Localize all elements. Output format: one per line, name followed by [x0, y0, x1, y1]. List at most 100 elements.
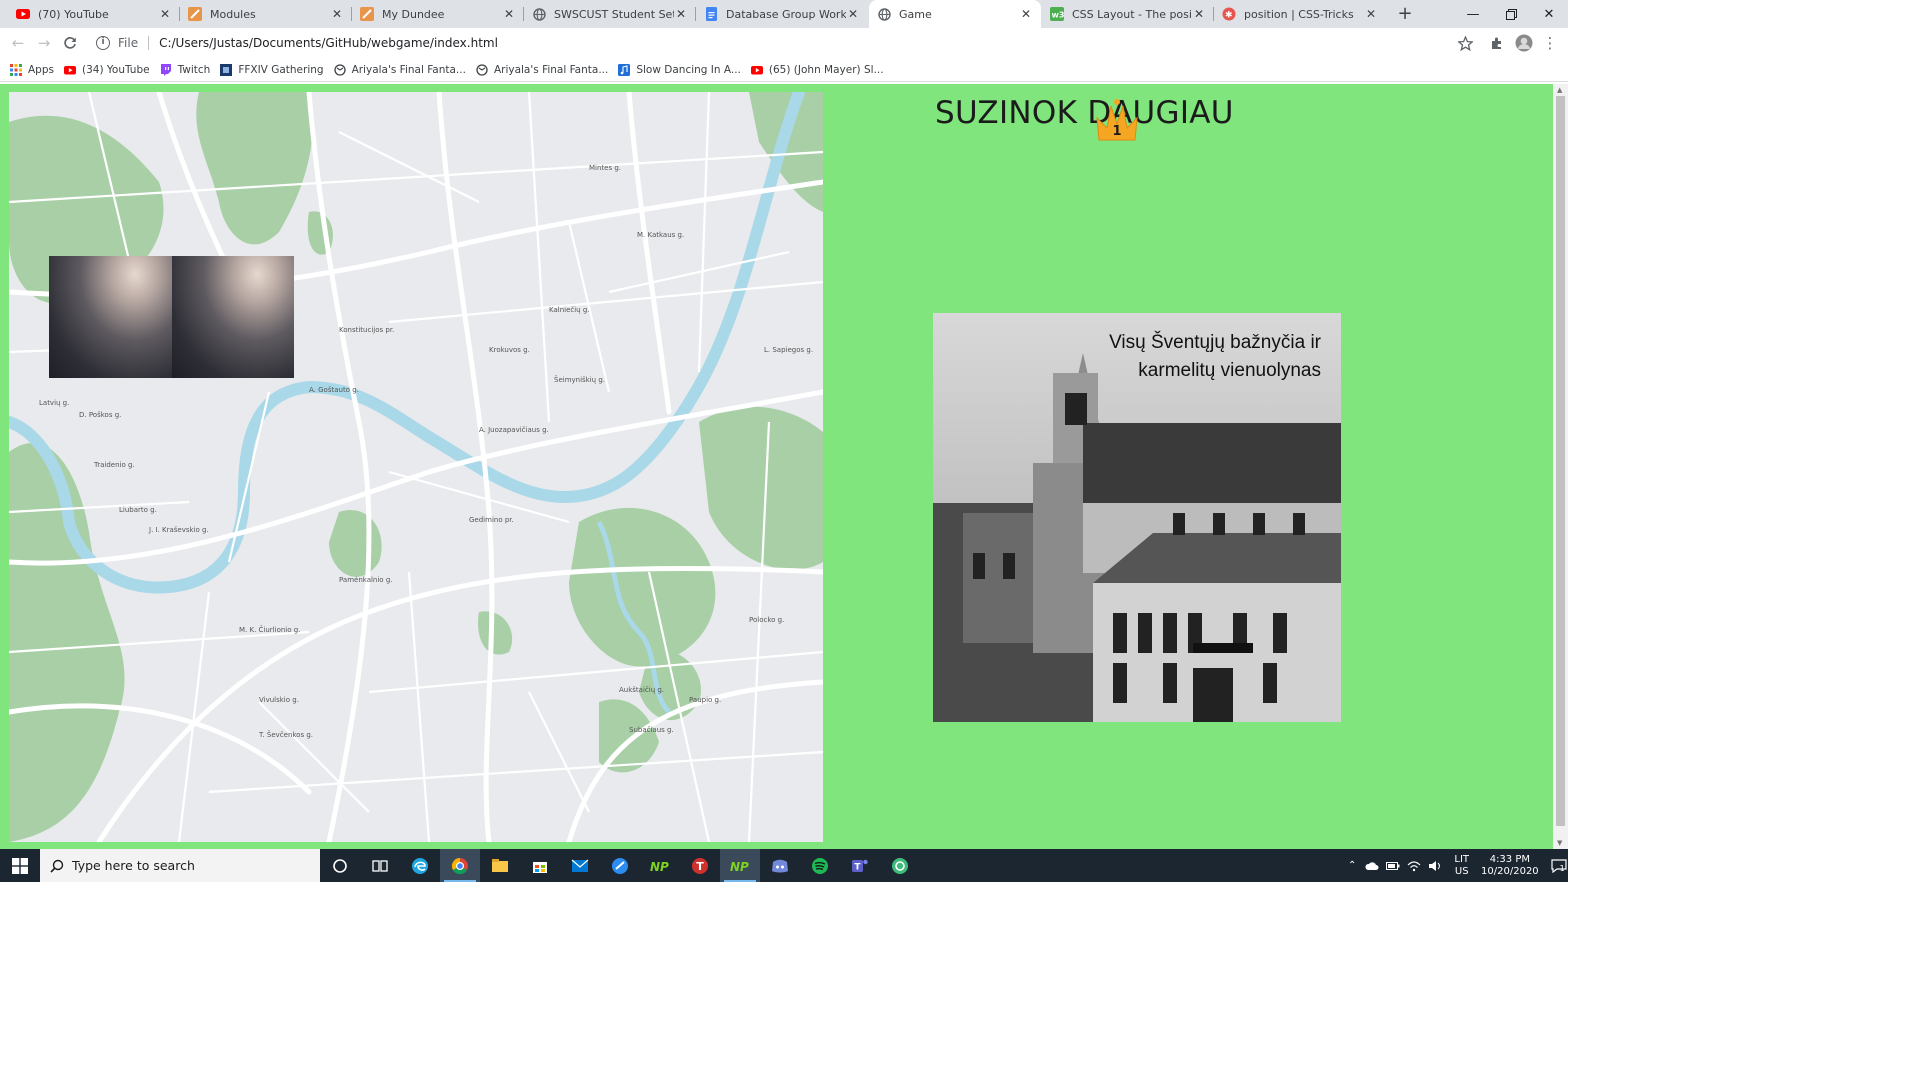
extensions-icon[interactable] [1487, 33, 1507, 53]
game-page: Mintes g. M. Katkaus g. Kalniečių g. Kro… [0, 84, 1553, 849]
close-icon[interactable]: ✕ [330, 7, 344, 21]
new-tab-button[interactable]: + [1395, 4, 1415, 24]
close-icon[interactable]: ✕ [158, 7, 172, 21]
apps-grid-icon [10, 63, 22, 76]
forward-button[interactable]: → [34, 33, 54, 53]
clock-date: 10/20/2020 [1481, 865, 1539, 877]
scroll-up-icon[interactable]: ▲ [1557, 86, 1562, 94]
youtube-icon [63, 65, 76, 74]
bookmark-youtube[interactable]: (34) YouTube [63, 63, 150, 76]
menu-kebab-icon[interactable]: ⋮ [1540, 33, 1560, 53]
volume-icon[interactable] [1428, 860, 1442, 872]
teams-icon[interactable]: T [840, 849, 880, 882]
svg-text:T: T [696, 860, 704, 873]
globe-icon [532, 7, 546, 21]
close-icon[interactable]: ✕ [674, 7, 688, 21]
map-street-label: Paupio g. [689, 696, 721, 704]
map-street-label: M. K. Čiurlionio g. [239, 625, 300, 634]
spotify-icon[interactable] [800, 849, 840, 882]
google-docs-icon [704, 7, 718, 21]
t-app-icon[interactable]: T [680, 849, 720, 882]
scroll-down-icon[interactable]: ▼ [1557, 839, 1562, 847]
close-icon[interactable]: ✕ [1364, 7, 1378, 21]
bookmark-label: FFXIV Gathering [238, 63, 324, 76]
map-street-label: D. Poškos g. [79, 411, 121, 419]
np-icon-2[interactable]: NP [720, 849, 760, 882]
tab-css-tricks[interactable]: ✱ position | CSS-Tricks ✕ [1214, 0, 1386, 28]
map-street-label: J. I. Kraševskio g. [148, 526, 209, 534]
tab-database-group-work[interactable]: Database Group Work 1 - G ✕ [696, 0, 868, 28]
page-scrollbar[interactable]: ▲ ▼ [1553, 84, 1568, 849]
profile-avatar[interactable] [1514, 33, 1534, 53]
map-street-label: Pamėnkalnio g. [339, 576, 392, 584]
cortana-icon[interactable] [320, 849, 360, 882]
city-map[interactable]: Mintes g. M. Katkaus g. Kalniečių g. Kro… [9, 92, 823, 842]
tab-title: Database Group Work 1 - G [726, 7, 846, 21]
bookmark-label: (34) YouTube [81, 63, 150, 76]
back-button[interactable]: ← [8, 33, 28, 53]
battery-icon[interactable] [1386, 861, 1400, 871]
app-green-icon[interactable] [880, 849, 920, 882]
notification-button[interactable]: 1 [1551, 856, 1571, 876]
scroll-thumb[interactable] [1556, 96, 1565, 826]
start-button[interactable] [0, 849, 40, 882]
language-code: LIT [1454, 853, 1470, 865]
bookmark-label: Slow Dancing In A... [636, 63, 741, 76]
app-icon[interactable] [600, 849, 640, 882]
svg-text:NP: NP [650, 860, 669, 873]
search-icon [50, 859, 64, 873]
bookmark-ariyala-2[interactable]: Ariyala's Final Fanta... [476, 64, 608, 76]
bookmark-john-mayer[interactable]: (65) (John Mayer) Sl... [750, 64, 884, 76]
bookmark-twitch[interactable]: Twitch [160, 63, 210, 76]
globe-icon [877, 7, 891, 21]
tab-css-layout[interactable]: w3 CSS Layout - The position P ✕ [1042, 0, 1214, 28]
map-street-label: T. Ševčenkos g. [258, 730, 313, 739]
landmark-photo[interactable]: Visų Šventųjų bažnyčia ir karmelitų vien… [933, 313, 1341, 722]
close-window-button[interactable]: ✕ [1530, 0, 1568, 28]
tab-swscust[interactable]: SWSCUST Student Set TextS ✕ [524, 0, 696, 28]
system-tray: ⌃ LIT US 4:33 PM 10/20/2020 1 [1348, 849, 1571, 882]
url-text[interactable]: C:/Users/Justas/Documents/GitHub/webgame… [159, 36, 498, 50]
bookmark-star-icon[interactable] [1455, 33, 1475, 53]
tab-game[interactable]: Game ✕ [869, 0, 1041, 28]
tab-modules[interactable]: Modules ✕ [180, 0, 352, 28]
info-icon[interactable]: i [96, 36, 110, 50]
close-icon[interactable]: ✕ [1192, 7, 1206, 21]
tab-my-dundee[interactable]: My Dundee ✕ [352, 0, 524, 28]
bookmark-apps[interactable]: Apps [10, 63, 54, 76]
fog-tile[interactable] [171, 256, 294, 378]
bookmark-ariyala-1[interactable]: Ariyala's Final Fanta... [333, 63, 466, 76]
globe-icon [476, 63, 488, 76]
close-icon[interactable]: ✕ [1019, 7, 1033, 21]
fog-tile[interactable] [49, 256, 172, 378]
file-explorer-icon[interactable] [480, 849, 520, 882]
windows-icon [12, 857, 28, 874]
mail-icon[interactable] [560, 849, 600, 882]
edge-icon[interactable] [400, 849, 440, 882]
cloud-icon[interactable] [1365, 861, 1379, 871]
bookmark-slow-dancing[interactable]: Slow Dancing In A... [618, 63, 741, 76]
language-indicator[interactable]: LIT US [1454, 854, 1469, 878]
discord-icon[interactable] [760, 849, 800, 882]
reload-button[interactable] [60, 33, 80, 53]
chevron-up-icon[interactable]: ⌃ [1348, 860, 1356, 871]
photo-caption-line2: karmelitų vienuolynas [1138, 360, 1321, 381]
minimize-button[interactable]: — [1454, 0, 1492, 28]
address-bar[interactable]: i File C:/Users/Justas/Documents/GitHub/… [88, 30, 1484, 56]
bookmark-ffxiv[interactable]: FFXIV Gathering [220, 63, 324, 76]
close-icon[interactable]: ✕ [502, 7, 516, 21]
store-icon[interactable] [520, 849, 560, 882]
close-icon[interactable]: ✕ [846, 7, 860, 21]
task-view-icon[interactable] [360, 849, 400, 882]
restore-button[interactable] [1492, 0, 1530, 28]
globe-icon [333, 63, 346, 76]
bookmark-label: Ariyala's Final Fanta... [351, 63, 466, 76]
map-street-label: Subačiaus g. [629, 726, 674, 734]
wifi-icon[interactable] [1407, 860, 1421, 872]
np-icon[interactable]: NP [640, 849, 680, 882]
tab-youtube[interactable]: (70) YouTube ✕ [8, 0, 180, 28]
search-placeholder: Type here to search [72, 858, 195, 873]
clock[interactable]: 4:33 PM 10/20/2020 [1481, 854, 1539, 878]
chrome-icon[interactable] [440, 849, 480, 882]
taskbar-search[interactable]: Type here to search [40, 849, 320, 882]
